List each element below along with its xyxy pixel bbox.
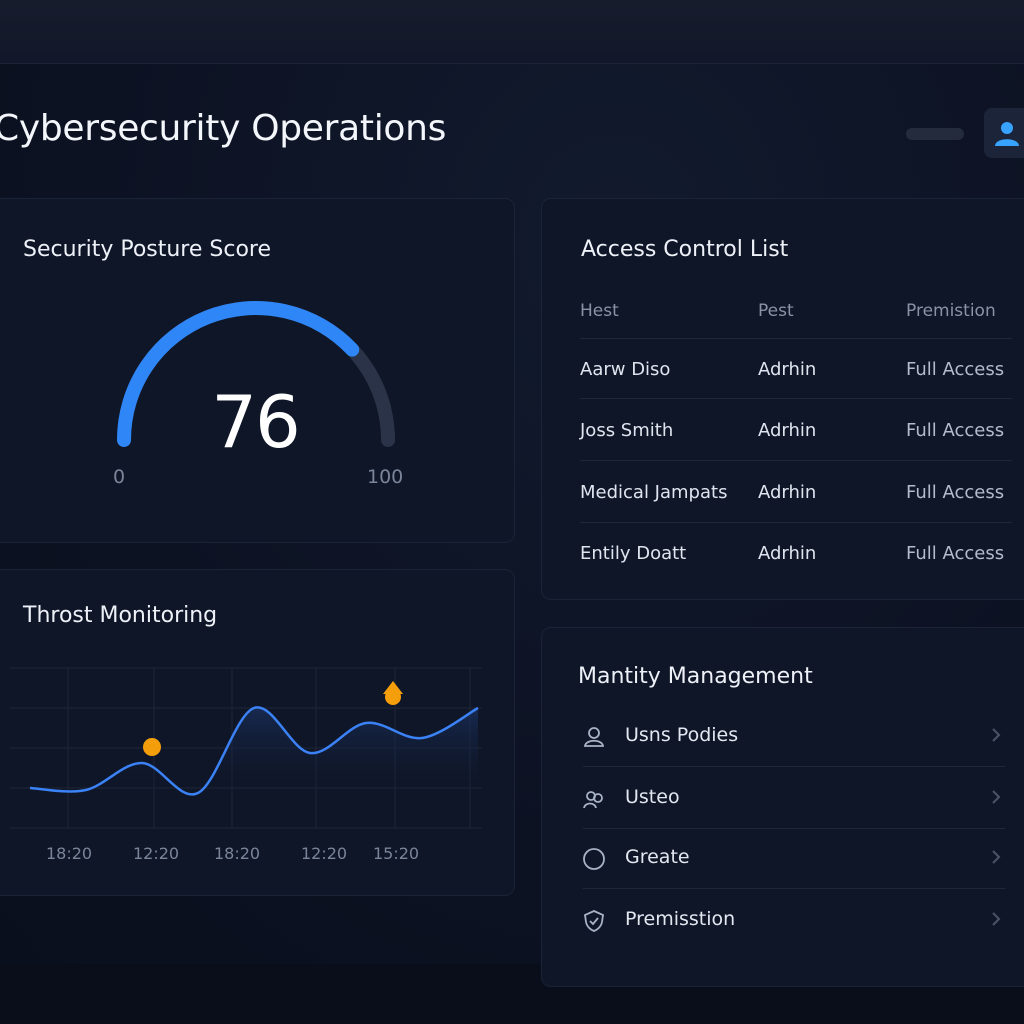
acl-row-2-permission: Full Access bbox=[906, 420, 1005, 441]
identity-item-label: Usns Podies bbox=[625, 724, 739, 746]
identity-management-title: Mantity Management bbox=[578, 664, 813, 689]
acl-divider bbox=[580, 338, 1012, 339]
circle-icon bbox=[583, 848, 605, 870]
acl-row-1-permission: Full Access bbox=[906, 359, 1005, 380]
acl-row-3-permission: Full Access bbox=[906, 482, 1005, 503]
identity-item-create[interactable]: Greate bbox=[578, 846, 1008, 906]
acl-row-2-role: Adrhin bbox=[758, 420, 817, 441]
acl-row-1-name[interactable]: Aarw Diso bbox=[580, 359, 670, 380]
acl-row-4-name[interactable]: Entily Doatt bbox=[580, 543, 686, 564]
identity-divider bbox=[583, 888, 1005, 889]
identity-item-user-policies[interactable]: Usns Podies bbox=[578, 724, 1008, 784]
shield-check-icon bbox=[584, 910, 604, 932]
acl-row-4-permission: Full Access bbox=[906, 543, 1005, 564]
acl-row-3-name[interactable]: Medical Jampats bbox=[580, 482, 727, 503]
acl-col-role: Pest bbox=[758, 301, 794, 321]
identity-divider bbox=[583, 828, 1005, 829]
x-tick-label: 12:20 bbox=[301, 844, 348, 863]
chevron-right-icon bbox=[992, 790, 1001, 804]
top-bar bbox=[0, 0, 1024, 64]
identity-item-label: Usteo bbox=[625, 786, 680, 808]
access-control-card: Access Control List bbox=[541, 198, 1024, 600]
acl-row-3-role: Adrhin bbox=[758, 482, 817, 503]
user-icon bbox=[995, 122, 1019, 146]
identity-divider bbox=[583, 766, 1005, 767]
gauge-min-label: 0 bbox=[113, 466, 126, 488]
acl-row-4-role: Adrhin bbox=[758, 543, 817, 564]
threat-monitoring-title: Throst Monitoring bbox=[23, 603, 218, 628]
chevron-right-icon bbox=[992, 850, 1001, 864]
x-tick-label: 12:20 bbox=[133, 844, 180, 863]
x-tick-label: 18:20 bbox=[46, 844, 93, 863]
identity-item-label: Greate bbox=[625, 846, 690, 868]
acl-col-host: Hest bbox=[580, 301, 619, 321]
users-group-icon bbox=[583, 791, 603, 809]
x-tick-label: 18:20 bbox=[214, 844, 261, 863]
access-control-title: Access Control List bbox=[581, 237, 789, 262]
user-avatar-button[interactable] bbox=[984, 108, 1024, 158]
chevron-right-icon bbox=[992, 912, 1001, 926]
page-title: Cybersecurity Operations bbox=[0, 108, 447, 149]
user-icon bbox=[583, 727, 605, 747]
acl-divider bbox=[580, 460, 1012, 461]
chevron-right-icon bbox=[992, 728, 1001, 742]
header-search-pill[interactable] bbox=[906, 128, 964, 140]
acl-row-2-name[interactable]: Joss Smith bbox=[580, 420, 673, 441]
posture-score-value: 76 bbox=[211, 380, 301, 464]
security-posture-title: Security Posture Score bbox=[23, 237, 272, 262]
identity-item-permission[interactable]: Premisstion bbox=[578, 908, 1008, 968]
acl-col-permission: Premistion bbox=[906, 301, 996, 321]
security-posture-card: Security Posture Score bbox=[0, 198, 515, 543]
identity-item-users[interactable]: Usteo bbox=[578, 786, 1008, 846]
acl-row-1-role: Adrhin bbox=[758, 359, 817, 380]
gauge-max-label: 100 bbox=[367, 466, 404, 488]
x-tick-label: 15:20 bbox=[373, 844, 420, 863]
acl-divider bbox=[580, 398, 1012, 399]
identity-item-label: Premisstion bbox=[625, 908, 736, 930]
acl-divider bbox=[580, 522, 1012, 523]
